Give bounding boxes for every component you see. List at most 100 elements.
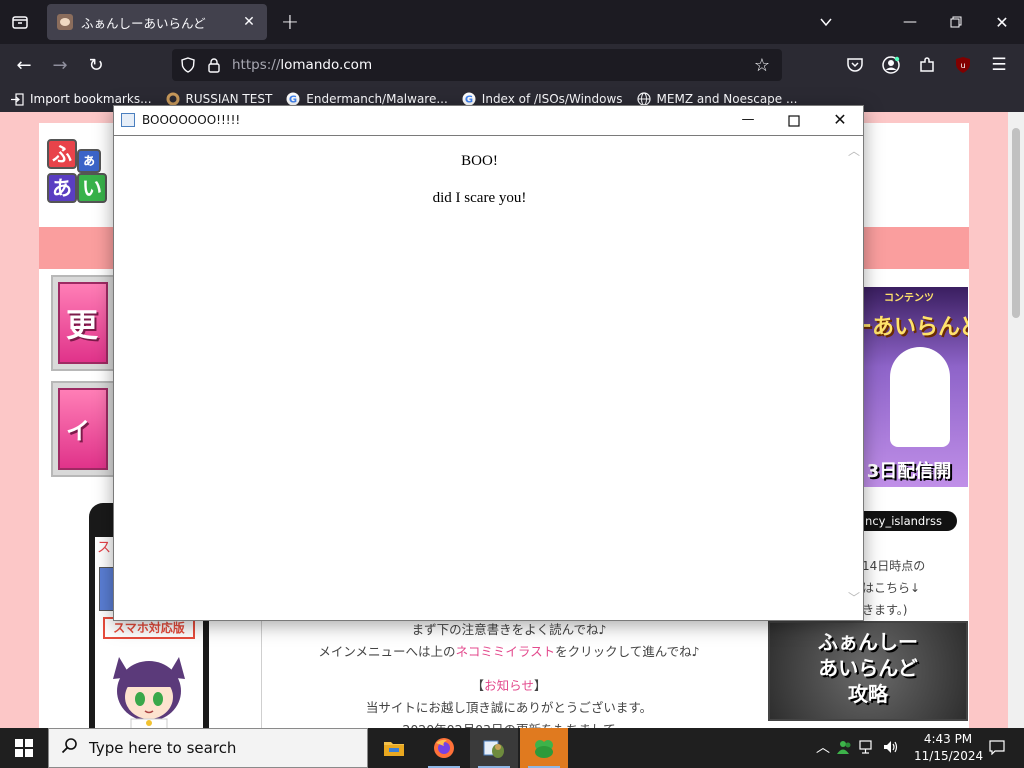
pocket-icon[interactable]: [844, 54, 866, 76]
popup-message: did I scare you!: [432, 190, 527, 206]
rss-link[interactable]: ancy_islandrss: [850, 511, 957, 531]
show-hidden-icons-chevron-icon[interactable]: ︿: [814, 738, 832, 756]
volume-icon[interactable]: [882, 738, 900, 756]
shield-icon[interactable]: [178, 55, 198, 75]
menu-button-event[interactable]: イベ: [51, 381, 115, 477]
banner-bottom-text: 3日配信開始!!: [866, 461, 952, 482]
popup-body: BOO! did I scare you!: [114, 137, 845, 620]
window-app-icon: [121, 113, 135, 127]
extensions-icon[interactable]: [916, 54, 938, 76]
bookmark-endermanch[interactable]: G Endermanch/Malware...: [286, 92, 448, 106]
bookmark-label: Index of /ISOs/Windows: [481, 92, 623, 106]
side-info-line: 開きます。): [850, 603, 908, 617]
reload-icon[interactable]: ↻: [82, 52, 110, 78]
logo-char: あ: [47, 173, 77, 203]
hamburger-menu-icon[interactable]: ☰: [988, 54, 1010, 76]
catgirl-illustration: [109, 647, 189, 728]
close-window-icon[interactable]: ✕: [990, 10, 1014, 34]
character-illustration: [890, 347, 950, 447]
notice-link[interactable]: お知らせ: [484, 678, 534, 693]
banner-title: ーあいらんど: [850, 315, 968, 340]
bookmark-russian-test[interactable]: RUSSIAN TEST: [166, 92, 273, 106]
restore-window-icon[interactable]: [944, 10, 968, 34]
scroll-down-icon[interactable]: ﹀: [848, 592, 860, 604]
url-bar[interactable]: https://lomando.com ☆: [172, 49, 782, 81]
popup-heading: BOO!: [461, 153, 498, 169]
close-tab-icon[interactable]: ✕: [241, 14, 257, 30]
bookmark-star-icon[interactable]: ☆: [752, 55, 772, 76]
firefox-icon[interactable]: [420, 728, 468, 768]
people-icon[interactable]: [836, 738, 854, 756]
menu-button-label: イベ: [58, 388, 108, 470]
clock-time: 4:43 PM: [923, 732, 973, 746]
url-text[interactable]: https://lomando.com: [232, 57, 372, 73]
clock-date: 11/15/2024: [914, 749, 984, 763]
svg-text:G: G: [465, 95, 473, 106]
strategy-guide-title: ふぁんしー あいらんど 攻略: [818, 630, 918, 706]
bookmark-memz[interactable]: MEMZ and Noescape ...: [636, 92, 798, 106]
site-favicon-icon: [57, 14, 73, 30]
bookmark-label: Import bookmarks...: [30, 92, 152, 106]
import-icon: [10, 92, 24, 106]
notice-line: 2020年02月03日の更新をもちまして: [269, 719, 749, 728]
search-placeholder: Type here to search: [89, 739, 237, 757]
forward-arrow-icon[interactable]: →: [46, 52, 74, 78]
system-tray: ︿ 4:43 PM 11/15/2024: [812, 728, 1024, 768]
chevron-down-icon[interactable]: [814, 10, 838, 34]
windows-taskbar: Type here to search ︿ 4:43 PM 11/15/2024: [0, 728, 1024, 768]
popup-title: BOOOOOOO!!!!!: [142, 113, 241, 127]
tab-list-icon[interactable]: [8, 10, 32, 34]
popup-titlebar[interactable]: BOOOOOOO!!!!! — ✕: [114, 106, 863, 136]
logo-char: ふ: [47, 139, 77, 169]
side-info-link[interactable]: 事はこちら↓: [850, 577, 968, 599]
page-scrollbar[interactable]: [1008, 112, 1024, 728]
bookmark-isos[interactable]: G Index of /ISOs/Windows: [462, 92, 623, 106]
svg-text:u: u: [960, 61, 965, 70]
popup-scrollbar[interactable]: ︿ ﹀: [845, 137, 863, 620]
svg-text:G: G: [289, 95, 297, 106]
popup-window: BOOOOOOO!!!!! — ✕ BOO! did I scare you! …: [113, 105, 864, 621]
new-tab-icon[interactable]: +: [278, 10, 302, 35]
popup-maximize-icon[interactable]: [782, 109, 806, 133]
logo-char: い: [77, 173, 107, 203]
windows-start-icon[interactable]: [0, 728, 48, 768]
popup-minimize-icon[interactable]: —: [736, 109, 760, 133]
intro-line-menu: メインメニューへは上のネコミミイラストをクリックして進んでね♪: [318, 644, 700, 659]
taskbar-search-box[interactable]: Type here to search: [48, 728, 368, 768]
lock-icon[interactable]: [204, 55, 224, 75]
bookmark-label: MEMZ and Noescape ...: [656, 92, 798, 106]
app-4-icon[interactable]: [520, 728, 568, 768]
file-explorer-icon[interactable]: [370, 728, 418, 768]
phone-top-char: ス: [97, 540, 111, 556]
tab-title: ふぁんしーあいらんど: [81, 15, 206, 31]
notice-line: 当サイトにお越し頂き誠にありがとうございます。: [365, 700, 653, 715]
page-scrollbar-thumb[interactable]: [1012, 128, 1020, 318]
logo-char: ぁ: [77, 149, 101, 173]
bookmark-import[interactable]: Import bookmarks...: [10, 92, 152, 106]
scroll-up-icon[interactable]: ︿: [848, 145, 860, 157]
taskbar-clock[interactable]: 4:43 PM 11/15/2024: [914, 731, 984, 765]
account-icon[interactable]: [880, 54, 902, 76]
intro-line: まず下の注意書きをよく読んでね♪: [411, 622, 607, 637]
browser-tab-bar: ふぁんしーあいらんど ✕ + — ✕: [0, 0, 1024, 44]
strategy-guide-banner[interactable]: ふぁんしー あいらんど 攻略: [768, 621, 968, 721]
menu-button-label: 更: [58, 282, 108, 364]
network-icon[interactable]: [858, 738, 876, 756]
app-3-icon[interactable]: [470, 728, 518, 768]
back-arrow-icon[interactable]: ←: [10, 52, 38, 78]
side-info-line: 月14日時点の: [850, 559, 926, 573]
menu-button-update[interactable]: 更: [51, 275, 115, 371]
search-icon: [61, 737, 79, 759]
globe-icon: [636, 92, 651, 106]
google-icon: G: [462, 92, 476, 106]
intro-text: まず下の注意書きをよく読んでね♪ メインメニューへは上のネコミミイラストをクリッ…: [269, 619, 749, 728]
game-release-banner[interactable]: コンテンツ ーあいらんど 3日配信開始!!: [850, 287, 968, 487]
bookmark-label: RUSSIAN TEST: [185, 92, 273, 106]
nekomimi-illust-link[interactable]: ネコミミイラスト: [456, 644, 556, 659]
active-tab[interactable]: ふぁんしーあいらんど ✕: [47, 4, 267, 40]
minimize-window-icon[interactable]: —: [898, 10, 922, 34]
notifications-icon[interactable]: [988, 738, 1006, 756]
github-icon: [166, 92, 180, 106]
popup-close-icon[interactable]: ✕: [828, 109, 852, 133]
ublock-origin-icon[interactable]: u: [952, 54, 974, 76]
